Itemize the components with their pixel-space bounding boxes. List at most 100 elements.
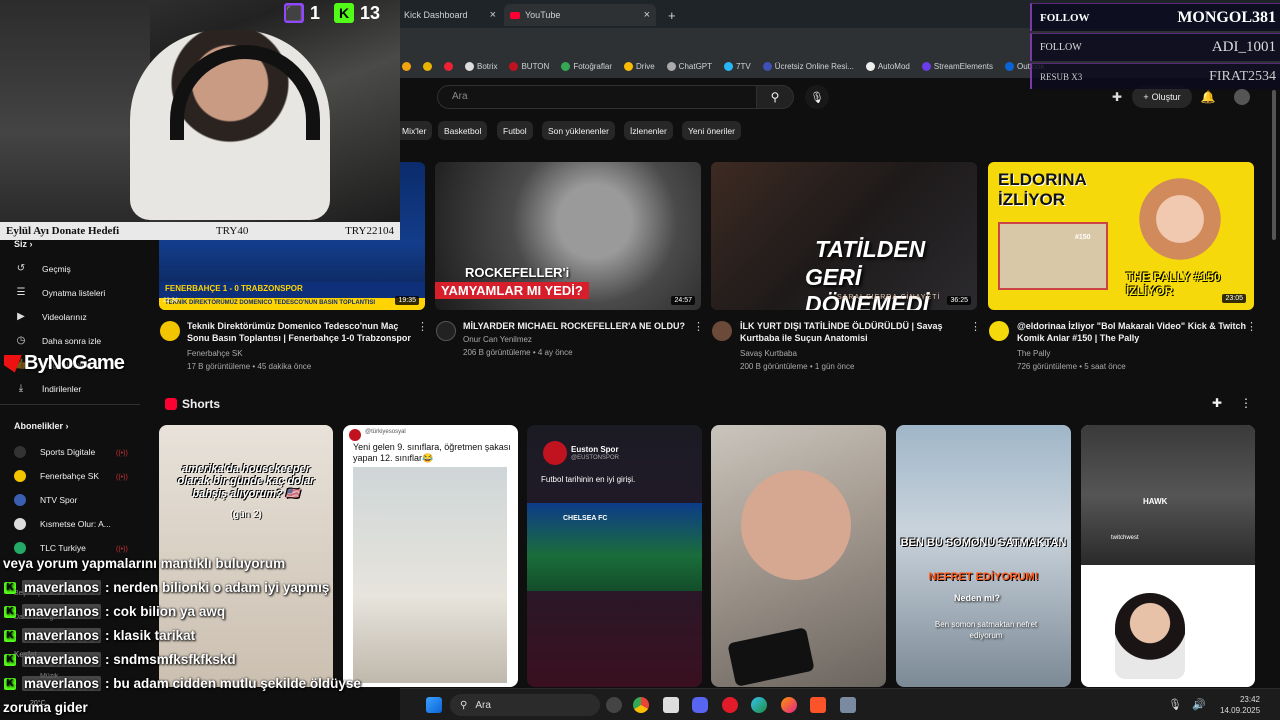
tab-close-icon[interactable]: × <box>490 9 496 21</box>
taskbar-search[interactable]: ⚲ Ara <box>450 694 600 716</box>
live-indicator-icon: ((•)) <box>116 474 128 481</box>
clock[interactable]: 23:42 14.09.2025 <box>1220 694 1260 716</box>
tab-label: YouTube <box>525 10 561 20</box>
more-options-icon[interactable]: ⋮ <box>417 320 428 333</box>
channel-avatar[interactable] <box>712 321 732 341</box>
bookmark-automod[interactable]: AutoMod <box>865 61 910 71</box>
sidebar-sub-kismetse[interactable]: Kısmetse Olur: A... <box>14 518 111 530</box>
video-thumbnail[interactable]: TATİLDEN GERİ DÖNEMEDİ SARAI SIERRA CİNA… <box>711 162 977 310</box>
channel-avatar <box>14 542 26 554</box>
bookmark-fotograflar[interactable]: Fotoğraflar <box>561 61 612 71</box>
sidebar-item-playlists[interactable]: ☰ Oynatma listeleri <box>14 287 106 298</box>
sidebar-sub-ntv-spor[interactable]: NTV Spor <box>14 494 77 506</box>
video-title[interactable]: @eldorinaa İzliyor "Bol Makaralı Video" … <box>1017 320 1247 344</box>
firefox-icon[interactable] <box>781 697 797 713</box>
channel-name[interactable]: Savaş Kurtbaba <box>740 349 797 358</box>
short-face-image <box>1115 593 1185 679</box>
follow-alert-overlay: FOLLOW MONGOL381 FOLLOW ADI_1001 RESUB X… <box>1030 3 1280 89</box>
opera-icon[interactable] <box>722 697 738 713</box>
channel-name[interactable]: The Pally <box>1017 349 1050 358</box>
channel-avatar <box>14 446 26 458</box>
bookmark-chatgpt[interactable]: ChatGPT <box>666 61 712 71</box>
more-options-icon[interactable]: ⋮ <box>693 320 704 333</box>
voice-search-button[interactable]: 🎙 <box>805 85 829 109</box>
channel-avatar[interactable] <box>436 321 456 341</box>
sidebar-item-history[interactable]: ↺ Geçmiş <box>14 263 71 274</box>
video-title[interactable]: İLK YURT DIŞI TATİLİNDE ÖLDÜRÜLDÜ | Sava… <box>740 320 970 344</box>
bookmark-drive[interactable]: Drive <box>624 61 655 71</box>
bookmark-7tv[interactable]: 7TV <box>724 61 751 71</box>
sidebar-item-watch-later[interactable]: ◷ Daha sonra izle <box>14 335 101 346</box>
short-card[interactable]: BEN BU SOMONU SATMAKTAN NEFRET EDİYORUM!… <box>896 425 1071 687</box>
tab-youtube[interactable]: YouTube × <box>504 4 656 26</box>
bookmark-buton[interactable]: BUTON <box>509 61 549 71</box>
plus-icon: + <box>1143 92 1149 102</box>
sidebar-item-downloads[interactable]: ⤓ İndirilenler <box>14 383 81 394</box>
tab-kick-dashboard[interactable]: Kick Dashboard × <box>398 4 502 26</box>
search-icon: ⚲ <box>460 699 468 711</box>
new-tab-button[interactable]: + <box>662 4 682 26</box>
chip-futbol[interactable]: Futbol <box>497 121 533 140</box>
video-title[interactable]: Teknik Direktörümüz Domenico Tedesco'nun… <box>187 320 417 344</box>
shorts-settings-icon[interactable]: ✚ <box>1212 396 1222 410</box>
more-options-icon[interactable]: ⋮ <box>970 320 981 333</box>
scrollbar-thumb[interactable] <box>1272 90 1276 240</box>
thumb-caption: ELDORINA İZLİYOR <box>998 170 1087 209</box>
chip-yeni-oneriler[interactable]: Yeni öneriler <box>682 121 741 140</box>
bookmark-icon[interactable] <box>444 61 453 71</box>
short-card[interactable]: HAWK twitchwest <box>1081 425 1255 687</box>
sidebar-you-heading[interactable]: Siz › <box>14 239 33 249</box>
chrome-icon[interactable] <box>633 697 649 713</box>
thumb-face-image <box>1130 174 1230 264</box>
video-title[interactable]: MİLYARDER MICHAEL ROCKEFELLER'A NE OLDU? <box>463 320 693 332</box>
search-input[interactable]: Ara <box>437 85 757 109</box>
sidebar-sub-fenerbahce[interactable]: Fenerbahçe SK <box>14 470 99 482</box>
bookmark-streamelements[interactable]: StreamElements <box>921 61 993 71</box>
channel-name[interactable]: Onur Can Yenilmez <box>463 335 532 344</box>
chip-izlenenler[interactable]: İzlenenler <box>624 121 673 140</box>
channel-name[interactable]: Fenerbahçe SK <box>187 349 243 358</box>
brave-icon[interactable] <box>810 697 826 713</box>
sidebar-sub-sports-digitale[interactable]: Sports Digitale <box>14 446 95 458</box>
short-card[interactable] <box>711 425 886 687</box>
more-options-icon[interactable]: ⋮ <box>1240 396 1252 410</box>
bookmark-botrix[interactable]: Botrix <box>465 61 497 71</box>
logo-text: ByNoGame <box>24 352 125 374</box>
cast-icon[interactable]: ✚ <box>1108 88 1126 106</box>
bell-icon[interactable]: 🔔 <box>1199 88 1217 106</box>
create-button[interactable]: + Oluştur <box>1132 86 1192 108</box>
channel-avatar <box>14 494 26 506</box>
windows-start-icon[interactable] <box>426 697 442 713</box>
bookmark-ucretsiz[interactable]: Ücretsiz Online Resi... <box>762 61 854 71</box>
chat-username: maverlanos <box>22 604 102 619</box>
task-view-icon[interactable] <box>606 697 622 713</box>
chip-mixes[interactable]: Mix'ler <box>396 121 433 140</box>
short-card[interactable]: Euston Spor @EUSTONSPOR Futbol tarihinin… <box>527 425 702 687</box>
bookmark-icon[interactable] <box>423 61 432 71</box>
app-icon[interactable] <box>840 697 856 713</box>
short-overlay-sub: NEFRET EDİYORUM! <box>928 571 1039 583</box>
sidebar-subscriptions-heading[interactable]: Abonelikler › <box>14 421 69 431</box>
sidebar-item-your-videos[interactable]: ▶ Videolarınız <box>14 311 87 322</box>
bynogame-icon <box>4 354 22 373</box>
discord-icon[interactable] <box>692 697 708 713</box>
more-options-icon[interactable]: ⋮ <box>1246 320 1257 333</box>
tab-close-icon[interactable]: × <box>644 9 650 21</box>
avatar[interactable] <box>1234 89 1250 105</box>
mic-icon[interactable]: 🎙 <box>1168 698 1182 711</box>
thumb-caption: TATİLDEN <box>815 236 926 262</box>
app-icon[interactable] <box>663 697 679 713</box>
edge-icon[interactable] <box>751 697 767 713</box>
channel-avatar[interactable] <box>160 321 180 341</box>
video-thumbnail[interactable]: ROCKEFELLER'i YAMYAMLAR MI YEDİ? 24:57 <box>435 162 701 310</box>
video-thumbnail[interactable]: ELDORINA İZLİYOR #150 THE PALLY #150 İZL… <box>988 162 1254 310</box>
chip-basketbol[interactable]: Basketbol <box>438 121 488 140</box>
channel-avatar[interactable] <box>989 321 1009 341</box>
short-overlay-text: Yeni gelen 9. sınıflara, öğretmen şakası… <box>353 442 511 463</box>
volume-icon[interactable]: 🔊 <box>1192 698 1206 711</box>
chip-son-yuklenenler[interactable]: Son yüklenenler <box>542 121 615 140</box>
sidebar-sub-tlc[interactable]: TLC Turkiye <box>14 542 86 554</box>
bookmark-icon[interactable] <box>402 61 411 71</box>
download-icon: ⤓ <box>18 383 24 394</box>
search-button[interactable]: ⚲ <box>756 85 794 109</box>
